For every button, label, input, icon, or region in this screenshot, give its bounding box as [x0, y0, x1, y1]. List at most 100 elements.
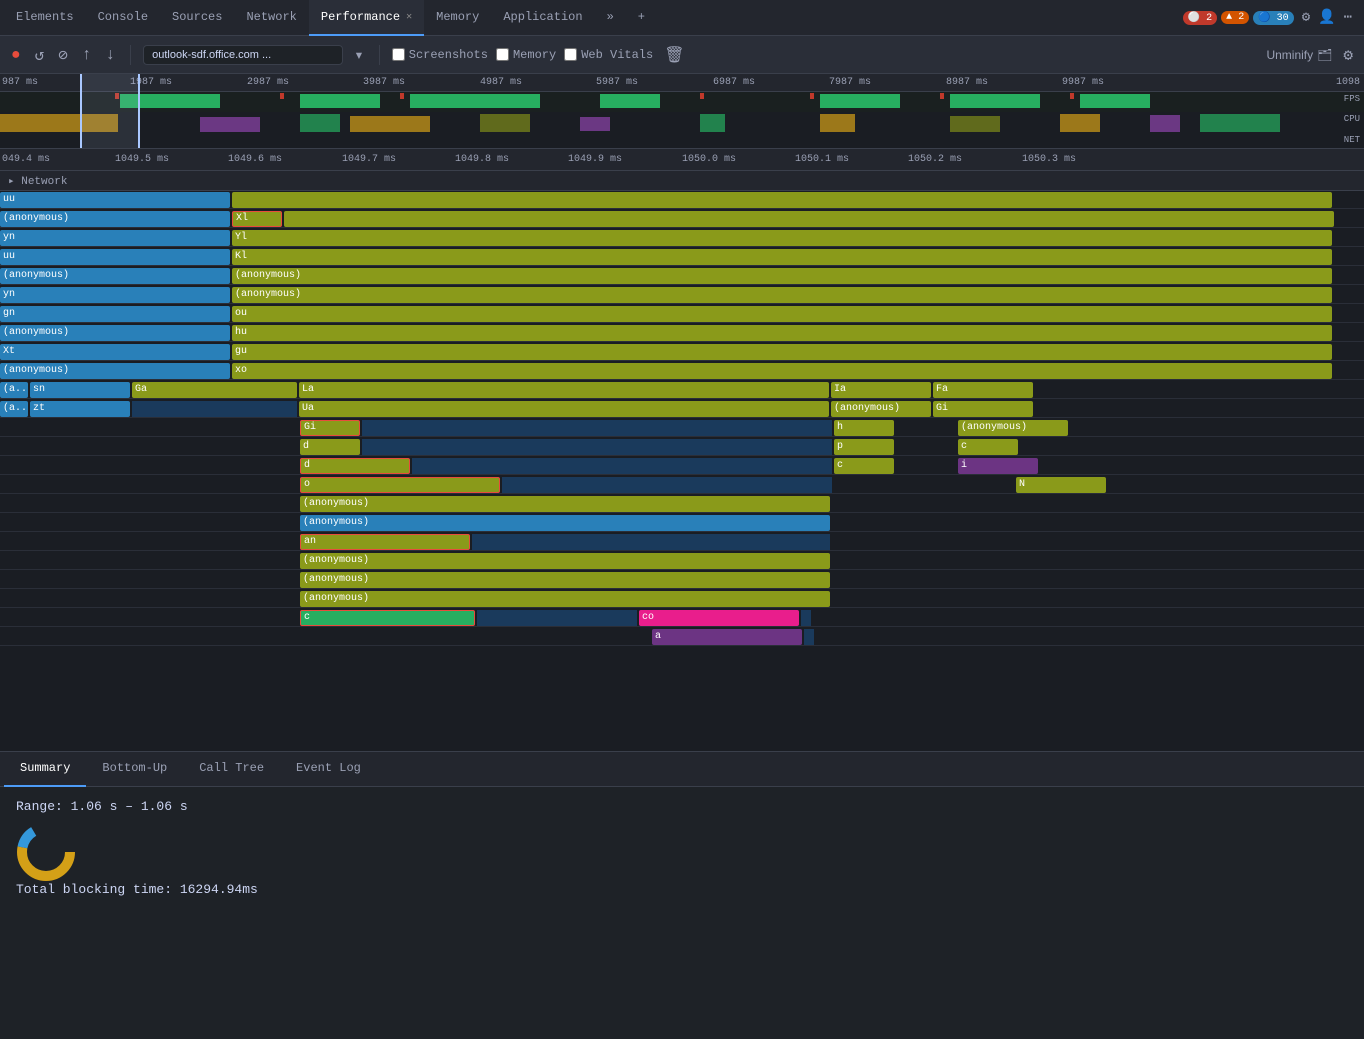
- timeline-overview[interactable]: 987 ms 1987 ms 2987 ms 3987 ms 4987 ms 5…: [0, 74, 1364, 149]
- flame-cell-anon5: (anonymous): [0, 363, 230, 379]
- flame-spacer-22: [0, 610, 298, 626]
- close-icon[interactable]: ✕: [406, 11, 412, 23]
- fps-label: FPS: [1344, 94, 1360, 104]
- flame-cell-la: La: [299, 382, 829, 398]
- flame-spacer-21: [0, 591, 298, 607]
- flame-cell-anon8: (anonymous): [300, 496, 830, 512]
- toolbar: ● ↺ ⊘ ↑ ↓ ▾ Screenshots Memory Web Vital…: [0, 36, 1364, 74]
- flame-cell-a: a: [652, 629, 802, 645]
- web-vitals-label: Web Vitals: [581, 48, 653, 62]
- web-vitals-checkbox[interactable]: [564, 48, 577, 61]
- flame-row-6: gn ou: [0, 305, 1364, 323]
- tab-console-label: Console: [98, 10, 148, 24]
- screenshots-checkbox-label[interactable]: Screenshots: [392, 48, 488, 62]
- tab-application-label: Application: [503, 10, 582, 24]
- tab-application[interactable]: Application: [491, 0, 594, 36]
- summary-range: Range: 1.06 s – 1.06 s: [16, 799, 1348, 814]
- ruler-label-6: 6987 ms: [713, 77, 755, 88]
- memory-label: Memory: [513, 48, 556, 62]
- summary-area: Range: 1.06 s – 1.06 s Total blocking ti…: [0, 787, 1364, 909]
- flame-cell-uu-right: [232, 192, 1332, 208]
- bottom-tabs: Summary Bottom-Up Call Tree Event Log: [0, 751, 1364, 787]
- flame-row-5: yn (anonymous): [0, 286, 1364, 304]
- flame-cell-ou: ou: [232, 306, 1332, 322]
- unminify-button[interactable]: Unminify 🗂: [1266, 48, 1332, 62]
- tab-memory-label: Memory: [436, 10, 479, 24]
- cpu-area: CPU: [0, 112, 1364, 134]
- flame-cell-c2: c: [834, 458, 894, 474]
- web-vitals-checkbox-label[interactable]: Web Vitals: [564, 48, 653, 62]
- tab-console[interactable]: Console: [86, 0, 160, 36]
- more-options-icon[interactable]: ⋯: [1344, 9, 1352, 26]
- tab-network[interactable]: Network: [234, 0, 308, 36]
- tab-icons: ⚪ 2 ▲ 2 🔵 30 ⚙ 👤 ⋯: [1179, 9, 1360, 26]
- flame-cell-anon3: (anonymous): [232, 287, 1332, 303]
- detail-ruler-4: 1049.8 ms: [455, 154, 509, 165]
- warning-icon: ▲: [1226, 12, 1232, 23]
- fps-bar-2: [300, 94, 380, 108]
- flame-cell-as2: (a...s): [0, 401, 28, 417]
- clear-button[interactable]: ⊘: [55, 42, 71, 68]
- download-button[interactable]: ↓: [103, 43, 119, 67]
- record-button[interactable]: ●: [8, 43, 24, 67]
- customize-icon[interactable]: 👤: [1318, 9, 1335, 26]
- selected-region[interactable]: [80, 74, 140, 148]
- tab-sources[interactable]: Sources: [160, 0, 234, 36]
- ruler-label-3: 3987 ms: [363, 77, 405, 88]
- url-input[interactable]: [143, 45, 343, 65]
- memory-checkbox-label[interactable]: Memory: [496, 48, 556, 62]
- tab-sources-label: Sources: [172, 10, 222, 24]
- flame-spacer-23b: [300, 629, 650, 645]
- tab-event-log[interactable]: Event Log: [280, 751, 377, 787]
- tab-call-tree-label: Call Tree: [199, 761, 264, 775]
- flame-row-18: an: [0, 533, 1364, 551]
- tab-more[interactable]: »: [595, 0, 626, 36]
- trash-icon[interactable]: 🗑: [661, 42, 687, 68]
- reload-button[interactable]: ↺: [32, 42, 48, 68]
- settings-icon[interactable]: ⚙: [1302, 9, 1310, 26]
- cpu-label: CPU: [1344, 114, 1360, 124]
- upload-button[interactable]: ↑: [79, 43, 95, 67]
- url-dropdown-icon[interactable]: ▾: [351, 42, 367, 68]
- screenshots-checkbox[interactable]: [392, 48, 405, 61]
- flame-cell-gi1: Gi: [933, 401, 1033, 417]
- flame-cell-uu2: uu: [0, 249, 230, 265]
- network-section-label: ▸ Network: [8, 174, 67, 188]
- screenshots-label: Screenshots: [409, 48, 488, 62]
- net-label: NET: [1344, 135, 1360, 145]
- flame-cell-navy8: [801, 610, 811, 626]
- flame-cell-c3: c: [300, 610, 475, 626]
- flame-spacer-20: [0, 572, 298, 588]
- toolbar-divider-2: [379, 45, 380, 65]
- summary-blocking-time: Total blocking time: 16294.94ms: [16, 882, 1348, 897]
- tab-memory[interactable]: Memory: [424, 0, 491, 36]
- warning-badge: ▲ 2: [1221, 11, 1249, 24]
- flame-cell-hu: hu: [232, 325, 1332, 341]
- flame-spacer-14b: [896, 458, 956, 474]
- tab-bottom-up[interactable]: Bottom-Up: [86, 751, 183, 787]
- flame-cell-yn2: yn: [0, 287, 230, 303]
- flame-cell-o: o: [300, 477, 500, 493]
- flame-cell-d2: d: [300, 458, 410, 474]
- tab-summary-label: Summary: [20, 761, 70, 775]
- tab-add[interactable]: +: [626, 0, 657, 36]
- donut-chart: [16, 822, 76, 882]
- tab-event-log-label: Event Log: [296, 761, 361, 775]
- flame-area[interactable]: uu (anonymous) Xl yn Yl uu Kl (anonymous…: [0, 191, 1364, 751]
- flame-cell-gu: gu: [232, 344, 1332, 360]
- tab-call-tree[interactable]: Call Tree: [183, 751, 280, 787]
- tab-performance[interactable]: Performance ✕: [309, 0, 424, 36]
- flame-cell-gi2: Gi: [300, 420, 360, 436]
- tab-summary[interactable]: Summary: [4, 751, 86, 787]
- tab-group: Elements Console Sources Network Perform…: [4, 0, 1179, 36]
- toolbar-settings-icon[interactable]: ⚙: [1340, 42, 1356, 68]
- flame-row-22: c co: [0, 609, 1364, 627]
- flame-spacer-19: [0, 553, 298, 569]
- memory-checkbox[interactable]: [496, 48, 509, 61]
- cpu-b7: [700, 114, 725, 132]
- cpu-b4: [350, 116, 430, 132]
- tab-elements[interactable]: Elements: [4, 0, 86, 36]
- flame-cell-yl: Yl: [232, 230, 1332, 246]
- flame-cell-anon2-right: (anonymous): [232, 268, 1332, 284]
- cpu-b3: [300, 114, 340, 132]
